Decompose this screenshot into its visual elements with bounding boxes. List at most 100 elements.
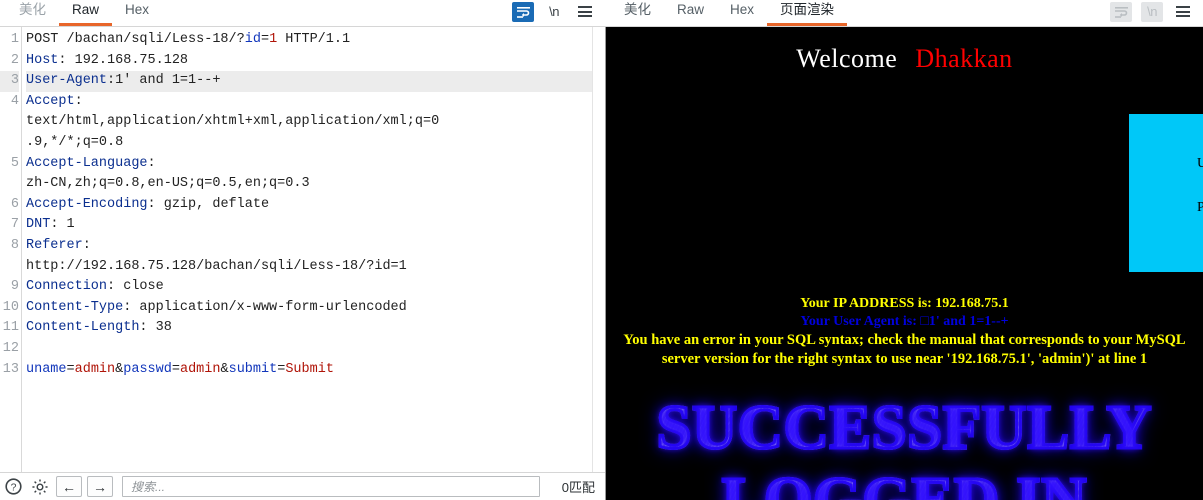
code-line[interactable]: Host: 192.168.75.128 — [26, 51, 592, 72]
search-input[interactable] — [129, 478, 533, 495]
code-token: : 192.168.75.128 — [58, 52, 189, 68]
line-number: 13 — [2, 361, 19, 377]
code-token: 1 — [269, 32, 278, 47]
code-line[interactable]: User-Agent:1' and 1=1--+ — [26, 71, 592, 92]
code-token: : — [82, 237, 91, 253]
code-line[interactable]: DNT: 1 — [26, 215, 592, 236]
svg-text:?: ? — [10, 481, 16, 493]
tab-raw-request[interactable]: Raw — [59, 0, 113, 26]
code-token: :1' and 1=1--+ — [107, 73, 221, 89]
code-line[interactable]: Accept-Encoding: gzip, deflate — [26, 195, 592, 216]
request-code-scroll[interactable]: 1 2 3 4 5 6 7 8 9 10 11 12 13 POST /bachan/sqli/Less… — [0, 27, 592, 472]
code-line[interactable]: .9,*/*;q=0.8 — [26, 133, 592, 154]
request-bottom-toolbar: ? ← → 0匹配 — [0, 472, 605, 500]
code-token: = — [260, 32, 270, 47]
tab-beautify-response[interactable]: 美化 — [611, 0, 664, 26]
code-token: Host — [26, 52, 59, 68]
code-line[interactable]: Content-Length: 38 — [26, 318, 592, 339]
search-prev-button[interactable]: ← — [56, 476, 82, 497]
line-number — [0, 257, 19, 278]
code-line[interactable]: Accept: — [26, 92, 592, 113]
code-line[interactable]: uname=admin&passwd=admin&submit=Submit — [26, 360, 592, 381]
password-label: P — [1197, 186, 1203, 230]
code-line[interactable]: text/html,application/xhtml+xml,applicat… — [26, 112, 592, 133]
code-token: User-Agent — [26, 73, 108, 89]
rendered-page-view[interactable]: Welcome Dhakkan U P Your IP ADDRESS is: 1… — [605, 27, 1203, 500]
search-box[interactable] — [122, 476, 540, 497]
info-message-block: Your IP ADDRESS is: 192.168.75.1 Your Us… — [606, 295, 1203, 369]
code-line[interactable]: http://192.168.75.128/bachan/sqli/Less-1… — [26, 257, 592, 278]
code-token: uname — [26, 361, 67, 377]
code-token: ? — [236, 32, 245, 47]
code-token: Accept-Encoding — [26, 196, 148, 212]
menu-icon[interactable] — [1172, 2, 1194, 22]
match-count-label: 0匹配 — [561, 480, 595, 495]
response-tabbar: 美化 Raw Hex 页面渲染 \n — [605, 0, 1203, 27]
code-token: text/html,application/xhtml+xml,applicat… — [26, 114, 440, 130]
word-wrap-icon[interactable] — [512, 1, 534, 22]
code-token: : gzip, deflate — [147, 196, 270, 212]
code-token: DNT — [26, 217, 51, 233]
code-line[interactable]: Connection: close — [26, 277, 592, 298]
sql-error-line-2: server version for the right syntax to u… — [661, 351, 1148, 367]
line-number: 4 — [10, 93, 19, 109]
code-token: = — [66, 361, 75, 377]
line-number — [0, 112, 19, 133]
code-line[interactable]: zh-CN,zh;q=0.8,en-US;q=0.5,en;q=0.3 — [26, 174, 592, 195]
line-number: 11 — [2, 320, 19, 336]
response-tab-list: 美化 Raw Hex 页面渲染 — [605, 0, 848, 26]
code-line[interactable]: POST /bachan/sqli/Less-18/?id=1 HTTP/1.1 — [26, 30, 592, 51]
tab-page-render[interactable]: 页面渲染 — [767, 0, 848, 26]
search-next-button[interactable]: → — [87, 476, 113, 497]
code-token: Accept — [26, 93, 75, 109]
code-line[interactable]: Referer: — [26, 236, 592, 257]
login-form-box[interactable]: U P — [1129, 114, 1203, 272]
response-tabbar-icons: \n — [1110, 0, 1203, 26]
welcome-heading: Welcome Dhakkan — [606, 27, 1203, 74]
tab-hex-request[interactable]: Hex — [112, 0, 162, 26]
help-icon[interactable]: ? — [2, 476, 24, 498]
line-number — [0, 133, 19, 154]
code-token: : close — [107, 279, 164, 295]
code-token: POST /bachan/sqli/Less-18/ — [26, 32, 237, 47]
tab-beautify-request[interactable]: 美化 — [6, 0, 59, 26]
code-line[interactable] — [26, 339, 592, 360]
burp-suite-window: 美化 Raw Hex \n 1 2 3 4 5 6 7 8 9 10 11 12… — [0, 0, 1203, 500]
code-token: id — [244, 32, 261, 47]
line-number: 10 — [2, 299, 19, 315]
code-token: Content-Type — [26, 299, 124, 315]
code-token: HTTP/1.1 — [277, 32, 351, 47]
code-token: : — [147, 155, 156, 171]
code-line[interactable]: Content-Type: application/x-www-form-url… — [26, 298, 592, 319]
tab-raw-response[interactable]: Raw — [664, 0, 717, 26]
line-number: 6 — [10, 196, 19, 212]
user-agent-line: Your User Agent is: □1' and 1=1--+ — [800, 314, 1009, 329]
gear-icon[interactable] — [29, 476, 51, 498]
line-number — [0, 174, 19, 195]
code-token: Content-Length — [26, 320, 140, 336]
success-banner-line-1: SUCCESSFULLY — [655, 393, 1153, 464]
menu-icon[interactable] — [574, 2, 596, 22]
tab-hex-response[interactable]: Hex — [717, 0, 767, 26]
welcome-username: Dhakkan — [915, 44, 1013, 73]
code-token: & — [220, 361, 229, 377]
code-token: zh-CN,zh;q=0.8,en-US;q=0.5,en;q=0.3 — [26, 176, 310, 192]
code-token: .9,*/*;q=0.8 — [26, 134, 124, 150]
code-token: http://192.168.75.128/bachan/sqli/Less-1… — [26, 258, 407, 274]
rendered-page-body: Welcome Dhakkan U P Your IP ADDRESS is: 1… — [606, 27, 1203, 500]
code-token: : 1 — [50, 217, 75, 233]
code-token: Accept-Language — [26, 155, 148, 171]
newline-icon[interactable]: \n — [543, 2, 565, 22]
code-token: Referer — [26, 237, 83, 253]
code-line[interactable]: Accept-Language: — [26, 154, 592, 175]
code-token: admin — [74, 361, 116, 377]
line-number: 7 — [10, 217, 19, 233]
request-vertical-scrollbar[interactable] — [592, 27, 605, 472]
code-token: = — [171, 361, 180, 377]
request-tabbar: 美化 Raw Hex \n — [0, 0, 605, 27]
line-number: 2 — [10, 52, 19, 68]
success-banner: SUCCESSFULLY LOGGED IN — [606, 392, 1203, 500]
line-number-gutter: 1 2 3 4 5 6 7 8 9 10 11 12 13 — [0, 27, 19, 472]
request-raw-text[interactable]: POST /bachan/sqli/Less-18/?id=1 HTTP/1.1… — [22, 27, 592, 472]
ip-address-line: Your IP ADDRESS is: 192.168.75.1 — [800, 296, 1009, 311]
